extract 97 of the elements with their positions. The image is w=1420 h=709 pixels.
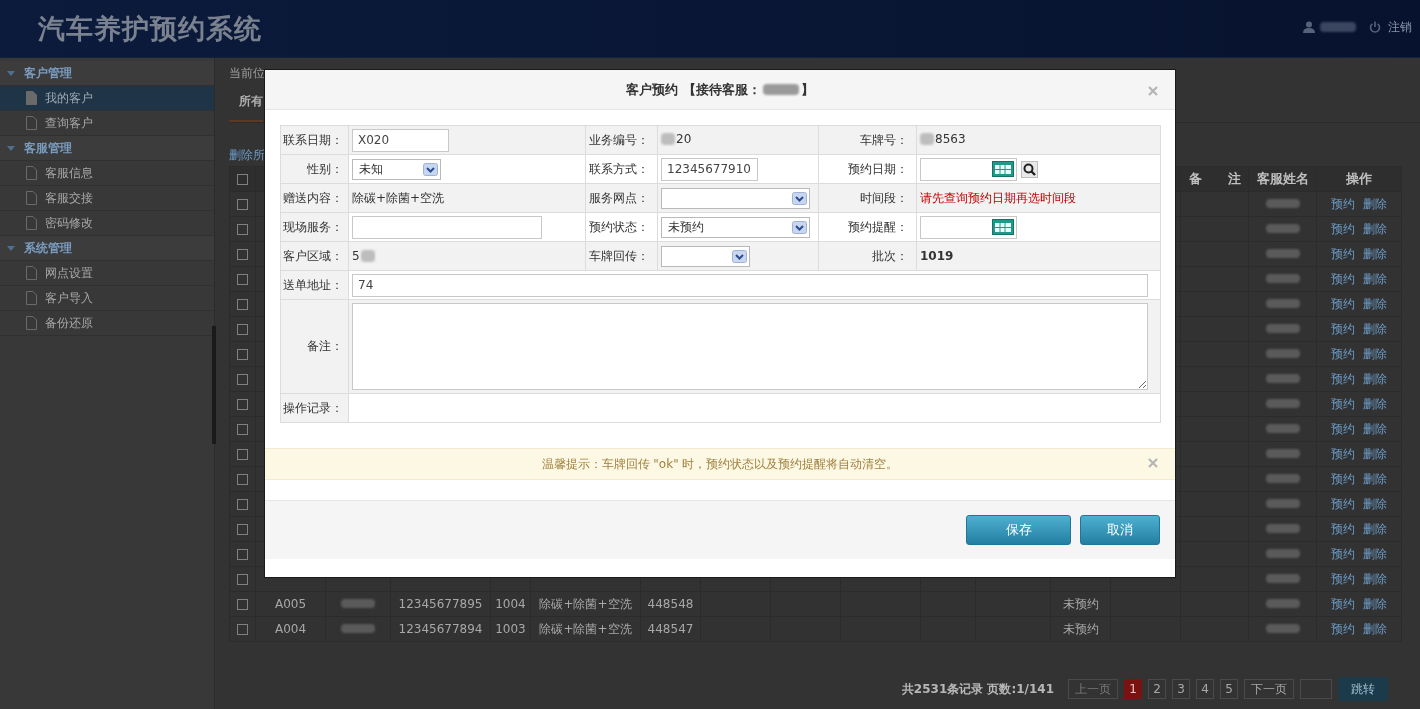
- go-button[interactable]: 跳转: [1338, 677, 1388, 701]
- column-header: 客服姓名: [1248, 166, 1317, 192]
- field-label: 服务网点：: [585, 183, 658, 213]
- table-cell: 除碳+除菌+空洗: [530, 616, 641, 642]
- row-action-link[interactable]: 删除: [1363, 222, 1387, 236]
- row-action-link[interactable]: 删除: [1363, 472, 1387, 486]
- row-action-link[interactable]: 预约: [1331, 297, 1355, 311]
- field-label: 联系方式：: [585, 154, 658, 184]
- row-action-link[interactable]: 删除: [1363, 597, 1387, 611]
- sidebar-item[interactable]: 客服信息: [0, 161, 214, 186]
- row-action-link[interactable]: 删除: [1363, 397, 1387, 411]
- dialog-button[interactable]: 取消: [1080, 515, 1160, 545]
- menu-group-header[interactable]: 客服管理: [0, 136, 214, 161]
- row-action-link[interactable]: 预约: [1331, 522, 1355, 536]
- field-label: 性别：: [280, 154, 349, 184]
- field-label: 业务编号：: [585, 125, 658, 155]
- delete-link[interactable]: 删除所: [229, 148, 265, 162]
- row-action-link[interactable]: 删除: [1363, 347, 1387, 361]
- page-button[interactable]: 3: [1172, 679, 1190, 699]
- row-action-link[interactable]: 预约: [1331, 547, 1355, 561]
- row-action-link[interactable]: 删除: [1363, 447, 1387, 461]
- row-action-link[interactable]: 删除: [1363, 197, 1387, 211]
- dropdown[interactable]: 未知: [352, 158, 441, 180]
- row-action-link[interactable]: 删除: [1363, 422, 1387, 436]
- page-summary: 共2531条记录 页数:1/141: [901, 680, 1054, 698]
- logout-link[interactable]: 注销: [1388, 18, 1412, 36]
- dialog-title: 客户预约 【接待客服：: [626, 80, 761, 99]
- row-action-link[interactable]: 预约: [1331, 272, 1355, 286]
- row-action-link[interactable]: 删除: [1363, 622, 1387, 636]
- field-value: 8563: [935, 132, 966, 146]
- app-title: 汽车养护预约系统: [38, 11, 262, 46]
- table-cell: 12345677895: [390, 591, 491, 617]
- field-label: 备注：: [280, 299, 349, 394]
- row-action-link[interactable]: 删除: [1363, 547, 1387, 561]
- row-action-link[interactable]: 预约: [1331, 622, 1355, 636]
- row-action-link[interactable]: 预约: [1331, 322, 1355, 336]
- field-label: 车牌回传：: [585, 241, 658, 271]
- row-action-link[interactable]: 预约: [1331, 497, 1355, 511]
- row-action-link[interactable]: 预约: [1331, 422, 1355, 436]
- row-action-link[interactable]: 预约: [1331, 397, 1355, 411]
- row-action-link[interactable]: 删除: [1363, 322, 1387, 336]
- sidebar-item[interactable]: 客服交接: [0, 186, 214, 211]
- row-action-link[interactable]: 预约: [1331, 197, 1355, 211]
- row-action-link[interactable]: 预约: [1331, 372, 1355, 386]
- column-header: 操作: [1316, 166, 1402, 192]
- row-action-link[interactable]: 删除: [1363, 372, 1387, 386]
- sidebar-item[interactable]: 网点设置: [0, 261, 214, 286]
- field-value: 5: [352, 249, 360, 263]
- row-action-link[interactable]: 删除: [1363, 297, 1387, 311]
- input-field[interactable]: X020: [352, 128, 449, 152]
- field-value: 除碳+除菌+空洗: [352, 189, 445, 207]
- field-label: 现场服务：: [280, 212, 349, 242]
- row-action-link[interactable]: 删除: [1363, 572, 1387, 586]
- row-action-link[interactable]: 删除: [1363, 272, 1387, 286]
- menu-group-header[interactable]: 客户管理: [0, 61, 214, 86]
- row-action-link[interactable]: 预约: [1331, 472, 1355, 486]
- field-label: 批次：: [818, 241, 917, 271]
- field-label: 时间段：: [818, 183, 917, 213]
- field-label: 预约日期：: [818, 154, 917, 184]
- table-cell: 除碳+除菌+空洗: [530, 591, 641, 617]
- input-field[interactable]: 74: [352, 273, 1148, 297]
- row-action-link[interactable]: 预约: [1331, 447, 1355, 461]
- menu-group-header[interactable]: 系统管理: [0, 236, 214, 261]
- breadcrumb: 当前位: [229, 66, 265, 80]
- field-label: 送单地址：: [280, 270, 349, 300]
- dialog-button[interactable]: 保存: [966, 515, 1071, 545]
- page-button[interactable]: 2: [1148, 679, 1166, 699]
- sidebar-item[interactable]: 我的客户: [0, 86, 214, 111]
- page-button[interactable]: 5: [1220, 679, 1238, 699]
- field-value: 1019: [920, 249, 954, 263]
- row-action-link[interactable]: 预约: [1331, 347, 1355, 361]
- field-label: 车牌号：: [818, 125, 917, 155]
- error-message: 请先查询预约日期再选时间段: [920, 190, 1076, 205]
- field-label: 预约状态：: [585, 212, 658, 242]
- row-action-link[interactable]: 预约: [1331, 572, 1355, 586]
- table-cell: 12345677894: [390, 616, 491, 642]
- field-value: 20: [676, 132, 692, 146]
- tip-message: 温馨提示：车牌回传 "ok" 时，预约状态以及预约提醒将自动清空。: [541, 455, 899, 473]
- dropdown[interactable]: 未预约: [661, 216, 810, 238]
- field-label: 联系日期：: [280, 125, 349, 155]
- row-action-link[interactable]: 预约: [1331, 247, 1355, 261]
- field-label: 客户区域：: [280, 241, 349, 271]
- field-label: 操作记录：: [280, 393, 349, 423]
- column-header: 备 注: [1180, 166, 1249, 192]
- row-action-link[interactable]: 预约: [1331, 222, 1355, 236]
- field-label: 预约提醒：: [818, 212, 917, 242]
- next-page-button[interactable]: 下一页: [1244, 679, 1294, 699]
- input-field[interactable]: 12345677910: [661, 157, 758, 181]
- page-button[interactable]: 4: [1196, 679, 1214, 699]
- dialog-title: 】: [800, 80, 814, 99]
- row-action-link[interactable]: 删除: [1363, 247, 1387, 261]
- row-action-link[interactable]: 删除: [1363, 497, 1387, 511]
- row-action-link[interactable]: 删除: [1363, 522, 1387, 536]
- row-action-link[interactable]: 预约: [1331, 597, 1355, 611]
- page-button[interactable]: 1: [1124, 679, 1142, 699]
- sidebar-item[interactable]: 客户导入: [0, 286, 214, 311]
- field-label: 赠送内容：: [280, 183, 349, 213]
